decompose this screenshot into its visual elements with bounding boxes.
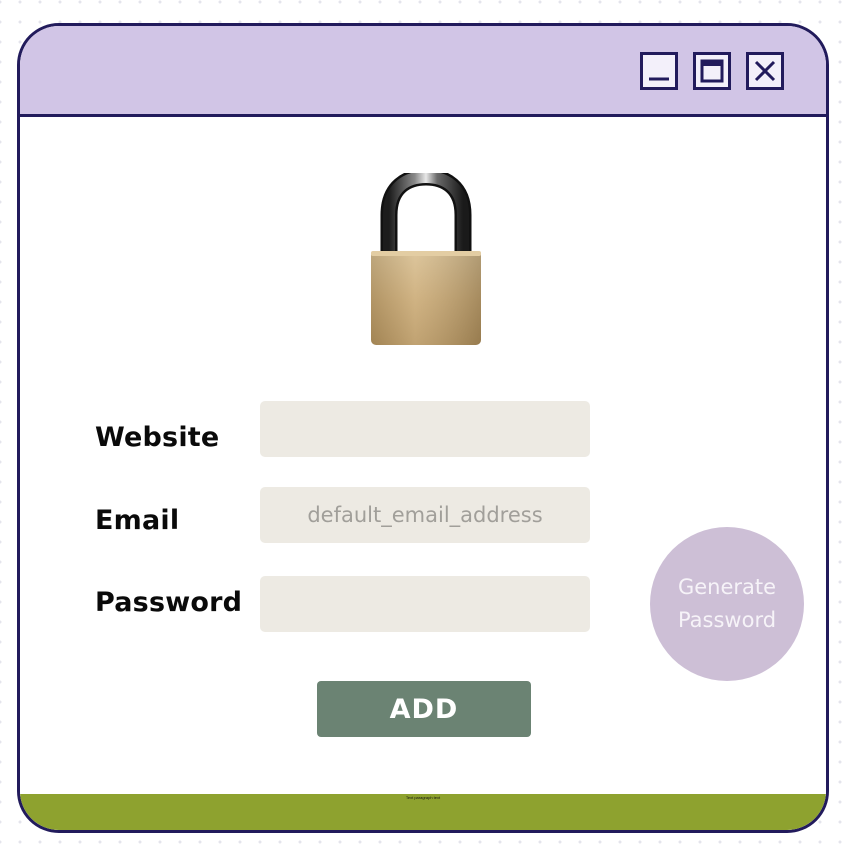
close-button[interactable] bbox=[746, 52, 784, 90]
website-input[interactable] bbox=[260, 401, 590, 457]
maximize-button[interactable] bbox=[693, 52, 731, 90]
minimize-button[interactable] bbox=[640, 52, 678, 90]
app-window: Website Email Password Generate Password… bbox=[17, 23, 829, 833]
maximize-icon bbox=[700, 59, 724, 83]
main-content: Website Email Password Generate Password… bbox=[20, 117, 826, 797]
email-input[interactable] bbox=[260, 487, 590, 543]
footer-text: Text paragraph text bbox=[405, 795, 441, 800]
password-input[interactable] bbox=[260, 576, 590, 632]
website-label: Website bbox=[95, 422, 220, 453]
padlock-icon bbox=[371, 173, 481, 345]
footer-bar: Text paragraph text bbox=[20, 794, 826, 830]
add-button[interactable]: ADD bbox=[317, 681, 531, 737]
password-label: Password bbox=[95, 587, 243, 618]
minimize-icon bbox=[649, 77, 669, 81]
title-bar bbox=[20, 26, 826, 117]
close-icon bbox=[754, 60, 776, 82]
email-label: Email bbox=[95, 505, 180, 536]
generate-password-button[interactable]: Generate Password bbox=[650, 527, 804, 681]
